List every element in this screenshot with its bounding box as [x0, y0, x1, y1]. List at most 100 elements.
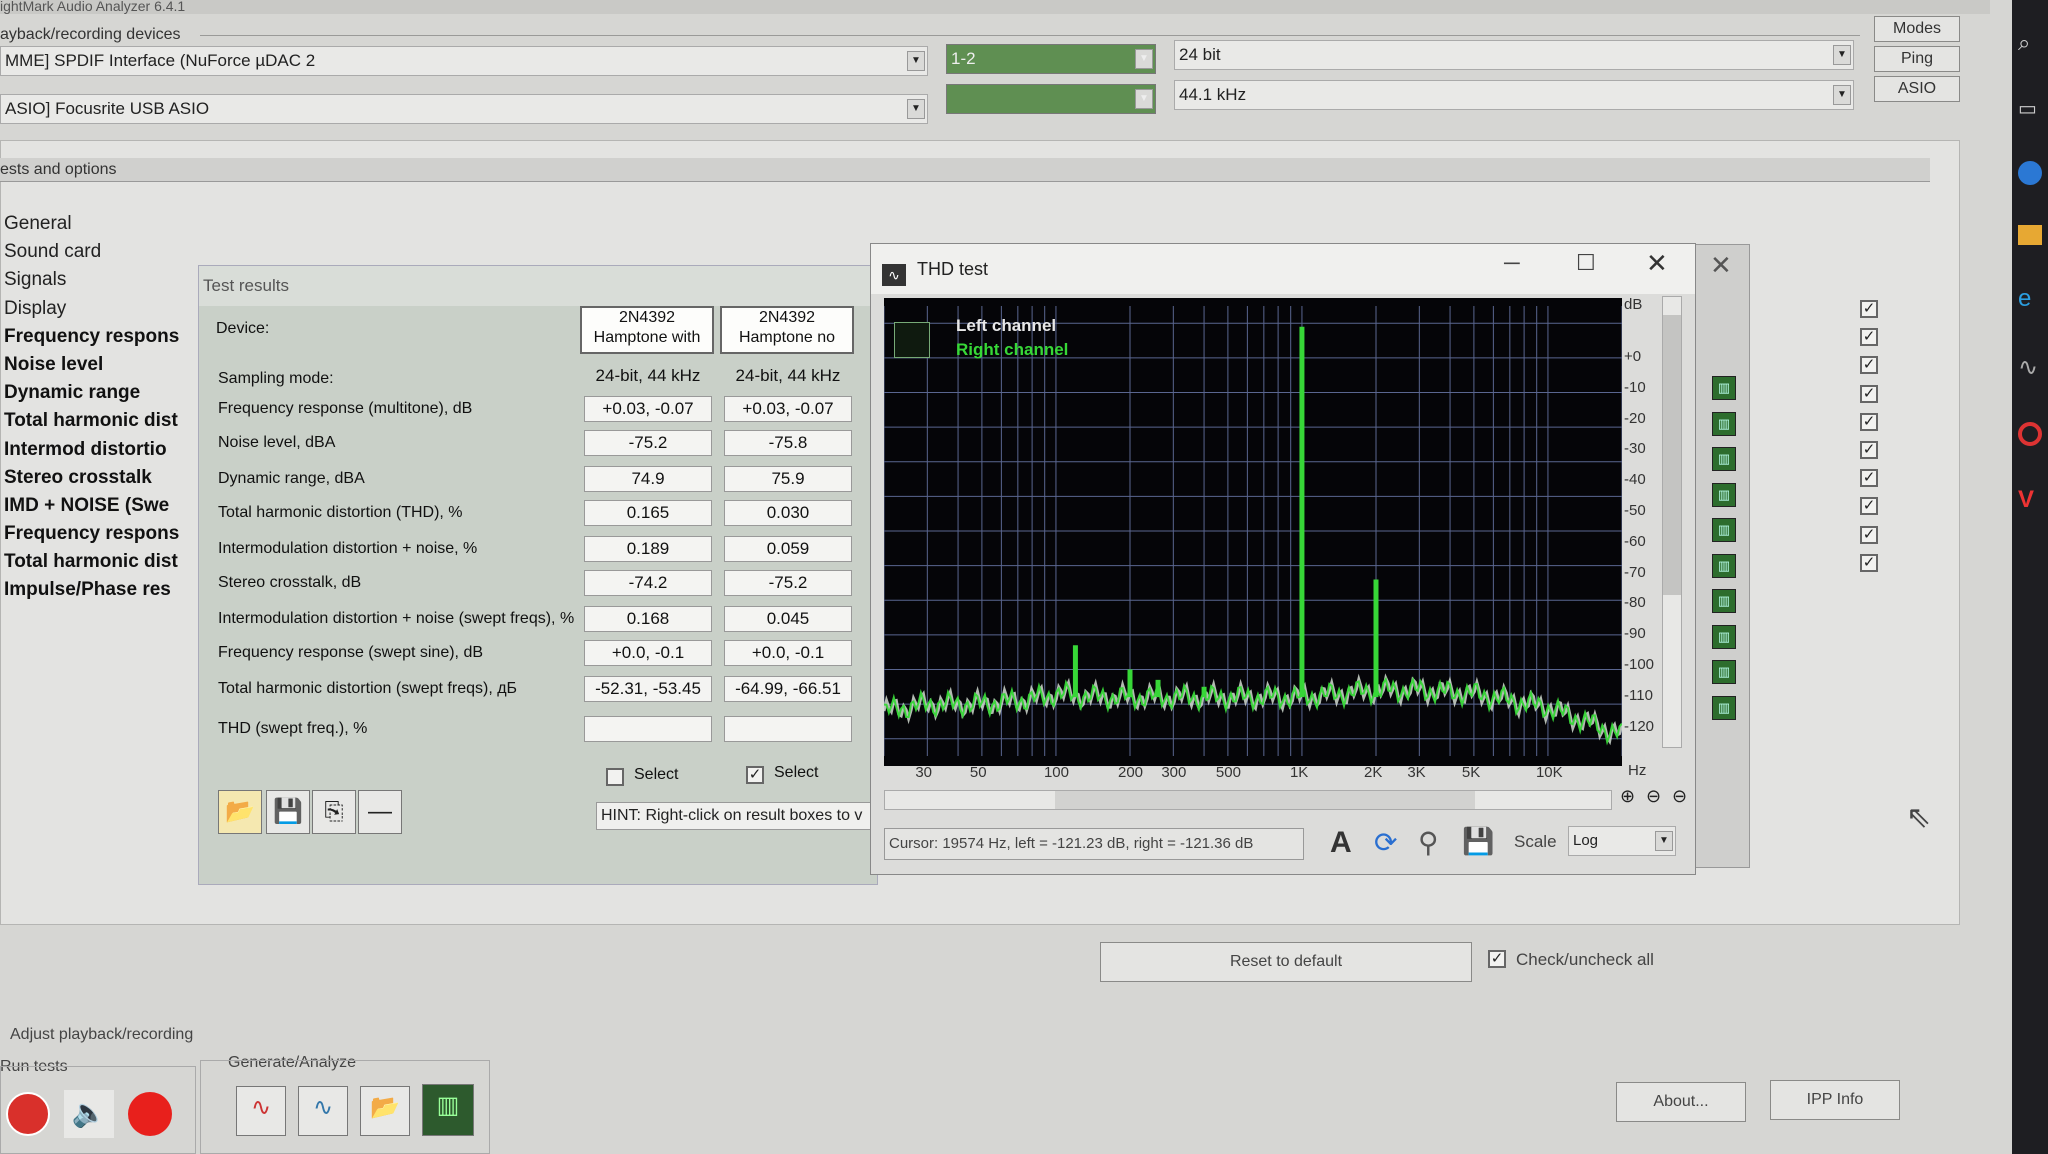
result-cell-a[interactable]: -75.2 [584, 430, 712, 456]
check-all-checkbox[interactable]: ✓ [1488, 950, 1506, 968]
horizontal-scrollbar[interactable] [884, 790, 1612, 810]
tree-item[interactable]: IMD + NOISE (Swe [0, 492, 210, 520]
result-cell-b[interactable]: -75.2 [724, 570, 852, 596]
about-button[interactable]: About... [1616, 1082, 1746, 1122]
tree-item[interactable]: Dynamic range [0, 379, 210, 407]
select-checkbox-a[interactable] [606, 768, 624, 786]
tree-item[interactable]: Impulse/Phase res [0, 576, 210, 604]
graph-option-icon[interactable]: ▥ [1712, 589, 1736, 613]
result-cell-a[interactable]: 0.165 [584, 500, 712, 526]
zoom-out-icon[interactable]: ⊖ [1646, 786, 1661, 807]
graph-option-icon[interactable]: ▥ [1712, 553, 1736, 578]
test-checkbox[interactable]: ✓ [1860, 441, 1878, 459]
graph-option-icon[interactable]: ▥ [1712, 447, 1736, 471]
test-checkbox[interactable]: ✓ [1860, 328, 1878, 347]
close-icon[interactable]: ✕ [1710, 250, 1732, 281]
ping-button[interactable]: Ping [1874, 46, 1960, 72]
test-checkbox[interactable]: ✓ [1860, 525, 1878, 544]
analyze-wave-icon[interactable]: ∿ [298, 1086, 348, 1136]
scale-select[interactable]: Log ▼ [1568, 826, 1676, 856]
close-icon[interactable]: ✕ [1646, 248, 1668, 279]
save-icon[interactable]: 💾 [1462, 826, 1494, 857]
reset-default-button[interactable]: Reset to default [1100, 942, 1472, 982]
zoom-in-icon[interactable]: ⊕ [1620, 786, 1635, 807]
speaker-icon[interactable]: 🔈 [64, 1090, 114, 1138]
open-folder-icon[interactable]: 📂 [218, 790, 262, 834]
result-cell-a[interactable]: -74.2 [584, 570, 712, 596]
open-file-icon[interactable]: 📂 [360, 1086, 410, 1136]
result-cell-b[interactable]: -64.99, -66.51 [724, 676, 852, 702]
graph-option-icon[interactable]: ▥ [1712, 695, 1736, 720]
zoom-reset-icon[interactable]: ⊖ [1672, 786, 1687, 807]
vertical-scrollbar[interactable] [1662, 296, 1682, 748]
device-column-b[interactable]: 2N4392 Hamptone no [720, 306, 854, 354]
waveform-app-icon[interactable]: ∿ [2018, 353, 2048, 382]
tree-item[interactable]: Sound card [0, 238, 210, 266]
tree-item[interactable]: Frequency respons [0, 520, 210, 548]
graph-option-icon[interactable]: ▥ [1712, 376, 1736, 400]
ipp-info-button[interactable]: IPP Info [1770, 1080, 1900, 1120]
result-cell-a[interactable]: +0.0, -0.1 [584, 640, 712, 666]
tree-item[interactable]: Noise level [0, 351, 210, 379]
device-column-a[interactable]: 2N4392 Hamptone with [580, 306, 714, 354]
result-cell-b[interactable]: +0.03, -0.07 [724, 396, 852, 422]
test-checkbox[interactable]: ✓ [1860, 412, 1878, 431]
edge-icon[interactable] [2018, 161, 2042, 185]
test-checkbox[interactable]: ✓ [1860, 469, 1878, 488]
tree-item[interactable]: General [0, 210, 210, 238]
record-icon[interactable] [128, 1092, 172, 1136]
result-cell-b[interactable]: 0.030 [724, 500, 852, 526]
scroll-thumb[interactable] [1663, 315, 1681, 595]
record-test-icon[interactable] [6, 1092, 50, 1136]
tree-item[interactable]: Display [0, 295, 210, 323]
search-icon[interactable]: ⌕ [2018, 30, 2048, 56]
asio-button[interactable]: ASIO [1874, 76, 1960, 102]
maximize-icon[interactable]: ☐ [1576, 250, 1596, 276]
result-cell-a[interactable]: -52.31, -53.45 [584, 676, 712, 702]
test-checkbox[interactable]: ✓ [1860, 384, 1878, 403]
test-checkbox[interactable]: ✓ [1860, 497, 1878, 516]
channel-toggle-icon[interactable] [894, 322, 930, 358]
spectrum-plot[interactable] [882, 298, 1624, 766]
result-cell-b[interactable]: 0.059 [724, 536, 852, 562]
copy-icon[interactable]: ⎘ [312, 790, 356, 834]
tree-item[interactable]: Frequency respons [0, 323, 210, 351]
result-cell-b[interactable]: -75.8 [724, 430, 852, 456]
bit-depth-select[interactable]: 24 bit ▼ [1174, 40, 1854, 70]
modes-button[interactable]: Modes [1874, 16, 1960, 42]
browser-icon[interactable]: e [2018, 285, 2048, 313]
sample-rate-select[interactable]: 44.1 kHz ▼ [1174, 80, 1854, 110]
tree-item[interactable]: Total harmonic dist [0, 548, 210, 576]
graph-option-icon[interactable]: ▥ [1712, 411, 1736, 436]
h-scroll-thumb[interactable] [1055, 791, 1475, 809]
result-cell-a[interactable]: 74.9 [584, 466, 712, 492]
remove-icon[interactable]: — [358, 790, 402, 834]
test-checkbox[interactable]: ✓ [1860, 553, 1878, 572]
graph-option-icon[interactable]: ▥ [1712, 624, 1736, 649]
text-font-icon[interactable]: A [1330, 826, 1352, 860]
test-checkbox[interactable]: ✓ [1860, 356, 1878, 375]
channels-select[interactable]: 1-2 ▼ [946, 44, 1156, 74]
spectrum-view-icon[interactable]: ▥ [422, 1084, 474, 1136]
vivaldi-icon[interactable]: V [2018, 486, 2048, 514]
graph-option-icon[interactable]: ▥ [1712, 482, 1736, 507]
tree-item[interactable]: Intermod distortio [0, 436, 210, 464]
save-icon[interactable]: 💾 [266, 790, 310, 834]
magnifier-icon[interactable]: ⚲ [1418, 826, 1439, 859]
tree-item[interactable]: Total harmonic dist [0, 407, 210, 435]
result-cell-b[interactable]: 0.045 [724, 606, 852, 632]
result-cell-b[interactable]: +0.0, -0.1 [724, 640, 852, 666]
generate-wave-icon[interactable]: ∿ [236, 1086, 286, 1136]
playback-device-select[interactable]: MME] SPDIF Interface (NuForce µDAC 2 ▼ [0, 46, 928, 76]
graph-option-icon[interactable]: ▥ [1712, 660, 1736, 684]
result-cell-a[interactable]: 0.189 [584, 536, 712, 562]
app-icon[interactable] [2018, 422, 2042, 446]
result-cell-a[interactable] [584, 716, 712, 742]
refresh-icon[interactable]: ⟳ [1374, 826, 1397, 859]
recording-device-select[interactable]: ASIO] Focusrite USB ASIO ▼ [0, 94, 928, 124]
tree-item[interactable]: Stereo crosstalk [0, 464, 210, 492]
select-checkbox-b[interactable]: ✓ [746, 766, 764, 784]
result-cell-b[interactable]: 75.9 [724, 466, 852, 492]
tree-item[interactable]: Signals [0, 266, 210, 294]
task-view-icon[interactable]: ▭ [2018, 96, 2048, 121]
